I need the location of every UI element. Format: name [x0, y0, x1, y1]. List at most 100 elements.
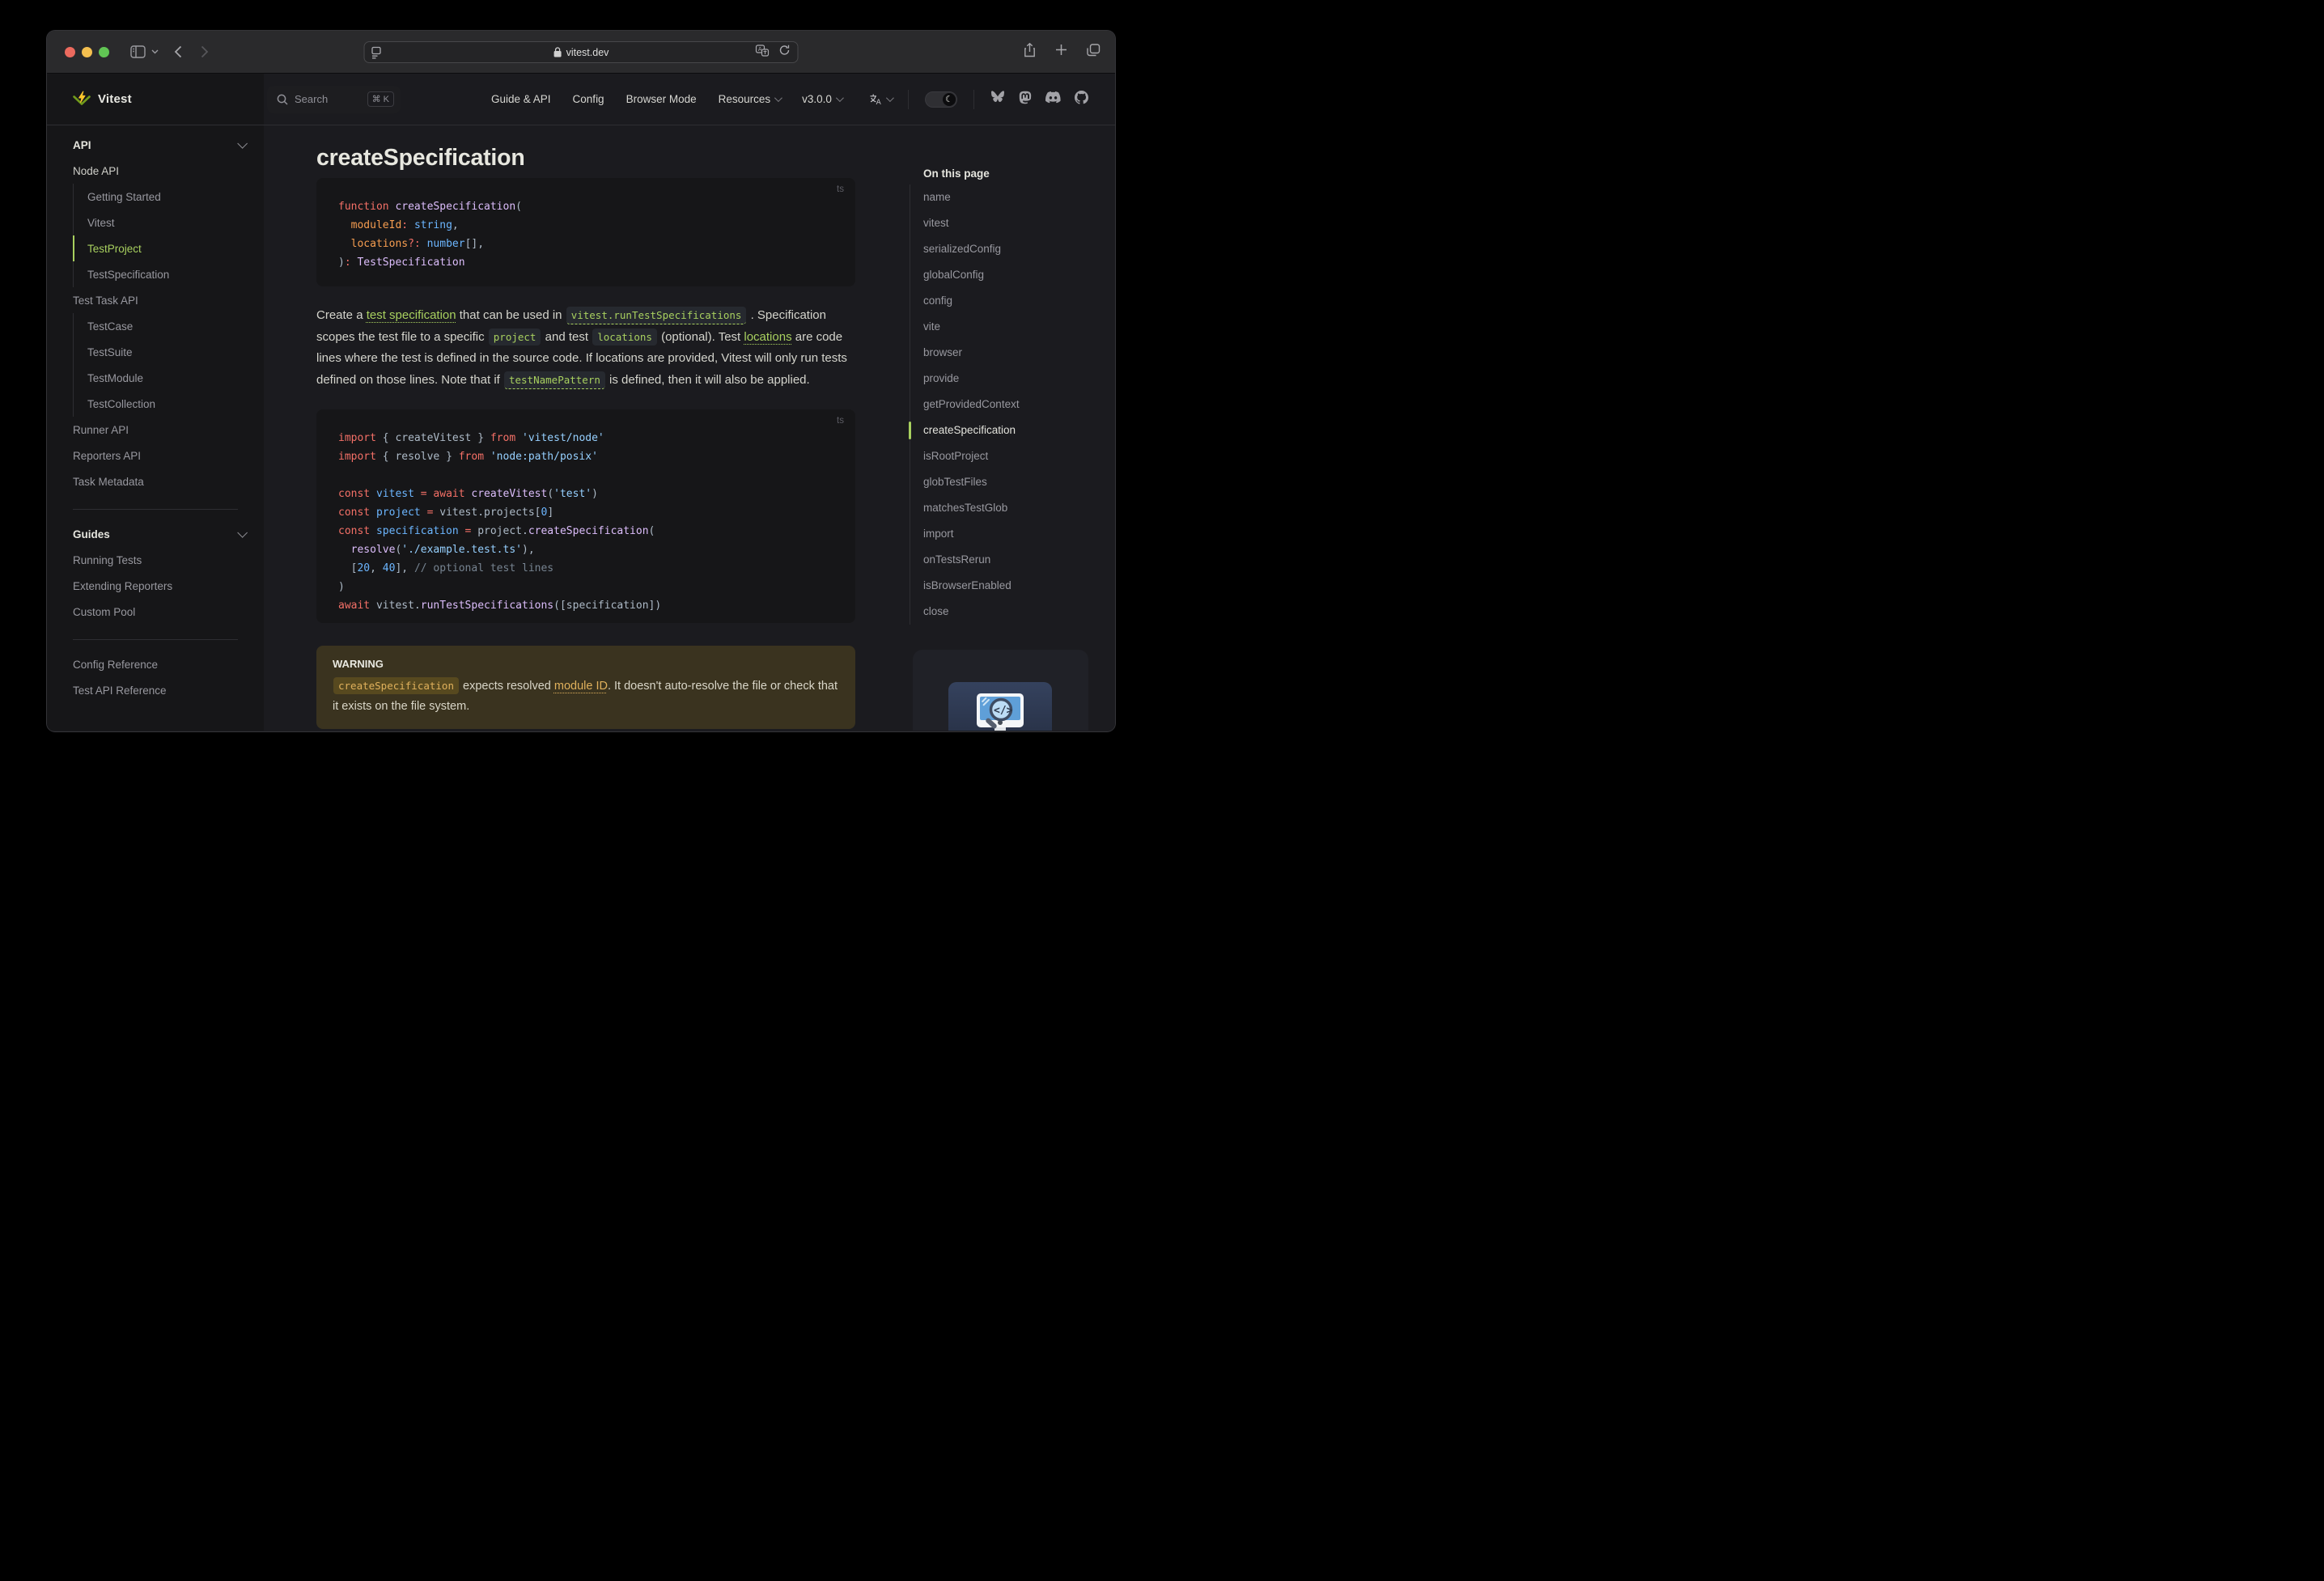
- site-header: Search ⌘ K Guide & API Config Browser Mode…: [264, 74, 1115, 125]
- nav-item-v3-0-0[interactable]: v3.0.0: [802, 93, 844, 105]
- nav-item-browser-mode[interactable]: Browser Mode: [626, 93, 697, 105]
- sidebar-item-vitest[interactable]: Vitest: [73, 210, 244, 235]
- share-icon[interactable]: [1024, 42, 1036, 61]
- sidebar-item-testmodule[interactable]: TestModule: [73, 365, 244, 391]
- sidebar-item-testcase[interactable]: TestCase: [73, 313, 244, 339]
- reader-view-icon[interactable]: [371, 46, 382, 59]
- on-this-page: On this page name vitest serializedConfig g…: [909, 167, 1104, 625]
- nav-item-config[interactable]: Config: [573, 93, 604, 105]
- code-block-example[interactable]: ts import { createVitest } from 'vitest/…: [316, 409, 855, 624]
- toc-item-getprovidedcontext[interactable]: getProvidedContext: [910, 392, 1104, 418]
- code-language-label: ts: [837, 416, 844, 426]
- address-bar[interactable]: vitest.dev A: [363, 41, 799, 63]
- code-line: moduleId: string,: [350, 219, 459, 231]
- toc-item-isbrowserenabled[interactable]: isBrowserEnabled: [910, 573, 1104, 599]
- chevron-down-icon[interactable]: [237, 527, 248, 538]
- toc-item-provide[interactable]: provide: [910, 366, 1104, 392]
- sidebar-item-task-metadata[interactable]: Task Metadata: [73, 468, 244, 494]
- text-run: is defined, then it will also be applied…: [605, 372, 810, 387]
- inline-link-module-id[interactable]: module ID: [554, 680, 608, 693]
- top-nav: Guide & API Config Browser Mode Resources v3…: [491, 93, 844, 105]
- tab-overview-icon[interactable]: [1087, 43, 1101, 61]
- text-run: (optional). Test: [657, 329, 744, 344]
- code-line: import { resolve } from 'node:path/posix…: [338, 451, 598, 464]
- nav-item-guide-api[interactable]: Guide & API: [491, 93, 551, 105]
- toc-item-matchestestglob[interactable]: matchesTestGlob: [910, 495, 1104, 521]
- toc-item-globalconfig[interactable]: globalConfig: [910, 262, 1104, 288]
- back-button[interactable]: [174, 45, 182, 58]
- toc-item-vitest[interactable]: vitest: [910, 210, 1104, 236]
- language-menu[interactable]: A: [869, 93, 894, 105]
- window-controls: [65, 46, 109, 57]
- page-title: createSpecification: [316, 145, 525, 171]
- sidebar-item-api[interactable]: API: [73, 132, 248, 158]
- code-lines: import { createVitest } from 'vitest/nod…: [338, 429, 838, 615]
- sidebar-item-custom-pool[interactable]: Custom Pool: [73, 599, 244, 625]
- search-button[interactable]: Search ⌘ K: [267, 85, 401, 113]
- chevron-down-icon[interactable]: [237, 138, 248, 149]
- code-search-illustration: </>: [948, 682, 1052, 731]
- code-line: import { createVitest } from 'vitest/nod…: [338, 432, 604, 445]
- mastodon-icon[interactable]: [1019, 91, 1032, 108]
- translate-icon[interactable]: A: [755, 44, 770, 61]
- inline-code-link-vitest-runtestspecifications[interactable]: vitest.runTestSpecifications: [566, 307, 747, 324]
- code-line: ): [338, 581, 345, 594]
- toc-item-name[interactable]: name: [910, 184, 1104, 210]
- sidebar-item-test-api-reference[interactable]: Test API Reference: [73, 677, 244, 703]
- translate-icon: A: [870, 94, 882, 105]
- toc-item-createspecification[interactable]: createSpecification: [909, 418, 1104, 443]
- sidebar-item-testspecification[interactable]: TestSpecification: [73, 261, 244, 287]
- toc-item-browser[interactable]: browser: [910, 340, 1104, 366]
- toc-item-serializedconfig[interactable]: serializedConfig: [910, 236, 1104, 262]
- sidebar-item-test-task-api[interactable]: Test Task API: [73, 287, 244, 313]
- text-run: and test: [541, 329, 592, 344]
- sidebar-item-extending-reporters[interactable]: Extending Reporters: [73, 573, 244, 599]
- github-icon[interactable]: [1074, 90, 1088, 108]
- doc-content: createSpecification ts function createSp…: [316, 125, 855, 730]
- toc-item-config[interactable]: config: [910, 288, 1104, 314]
- toc-item-vite[interactable]: vite: [910, 314, 1104, 340]
- vitest-logo[interactable]: Vitest: [47, 74, 264, 125]
- toc-item-close[interactable]: close: [910, 599, 1104, 625]
- toc-item-isrootproject[interactable]: isRootProject: [910, 443, 1104, 469]
- forward-button[interactable]: [201, 45, 209, 58]
- nav-item-resources[interactable]: Resources: [719, 93, 783, 105]
- browser-toolbar: vitest.dev A: [47, 31, 1115, 74]
- inline-code: createSpecification: [333, 677, 459, 695]
- inline-link-locations[interactable]: locations: [744, 330, 791, 344]
- sidebar-menu-chevron-icon[interactable]: [151, 49, 159, 54]
- sidebar-item-reporters-api[interactable]: Reporters API: [73, 443, 244, 468]
- zoom-window-button[interactable]: [99, 46, 109, 57]
- sidebar-item-testsuite[interactable]: TestSuite: [73, 339, 244, 365]
- sidebar: Vitest API Node API Getting Started Vitest T…: [47, 74, 264, 731]
- sidebar-item-runner-api[interactable]: Runner API: [73, 417, 244, 443]
- sidebar-item-running-tests[interactable]: Running Tests: [73, 547, 244, 573]
- inline-code-link-testnamepattern[interactable]: testNamePattern: [503, 371, 605, 389]
- close-window-button[interactable]: [65, 46, 75, 57]
- code-line: const specification = project.createSpec…: [338, 525, 655, 538]
- toc-item-import[interactable]: import: [910, 521, 1104, 547]
- toc-item-globtestfiles[interactable]: globTestFiles: [910, 469, 1104, 495]
- sidebar-item-node-api[interactable]: Node API: [73, 158, 244, 184]
- sidebar-item-testproject[interactable]: TestProject: [73, 235, 244, 261]
- sidebar-item-guides[interactable]: Guides: [73, 521, 248, 547]
- toc-item-ontestsrerun[interactable]: onTestsRerun: [910, 547, 1104, 573]
- inline-link-test-specification[interactable]: test specification: [367, 308, 456, 322]
- inline-code: locations: [592, 328, 657, 345]
- search-placeholder: Search: [295, 93, 329, 105]
- discord-icon[interactable]: [1045, 91, 1061, 108]
- sidebar-item-getting-started[interactable]: Getting Started: [73, 184, 244, 210]
- dark-mode-toggle[interactable]: ☾: [924, 91, 957, 108]
- code-block-signature[interactable]: ts function createSpecification( moduleI…: [316, 178, 855, 286]
- text-run: Create a: [316, 308, 367, 322]
- lock-icon: [553, 47, 562, 57]
- minimize-window-button[interactable]: [82, 46, 92, 57]
- sidebar-item-testcollection[interactable]: TestCollection: [73, 391, 244, 417]
- reload-icon[interactable]: [779, 45, 791, 60]
- vitest-docs-app: Vitest API Node API Getting Started Vitest T…: [47, 74, 1115, 731]
- new-tab-icon[interactable]: [1055, 44, 1067, 60]
- sponsor-ad-card[interactable]: </>: [913, 650, 1088, 731]
- sidebar-item-config-reference[interactable]: Config Reference: [73, 651, 244, 677]
- sidebar-toggle-icon[interactable]: [130, 45, 146, 58]
- bluesky-icon[interactable]: [990, 91, 1005, 108]
